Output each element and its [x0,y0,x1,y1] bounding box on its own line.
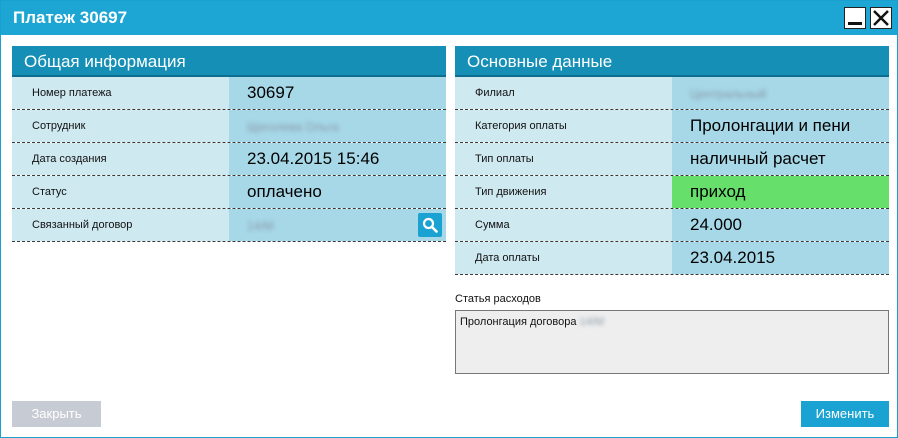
row-label: Дата оплаты [455,242,672,274]
row-value: Пролонгации и пени [672,110,889,142]
expense-article-textarea[interactable]: Пролонгация договора 14/М [455,310,889,374]
data-row-branch: Филиал Центральный [455,77,889,110]
main-data-header: Основные данные [455,46,889,77]
edit-button[interactable]: Изменить [801,401,889,427]
row-label: Сотрудник [12,110,229,142]
row-value: Щеголева Ольга [229,110,446,142]
title-bar[interactable]: Платеж 30697 [1,1,897,35]
movement-type-badge: приход [672,176,889,208]
data-row-movement-type: Тип движения приход [455,176,889,209]
expense-contract-blurred: 14/М [579,316,605,328]
info-row-employee: Сотрудник Щеголева Ольга [12,110,446,143]
close-window-button[interactable] [870,7,892,29]
employee-name-blurred: Щеголева Ольга [247,120,339,134]
row-value: 23.04.2015 15:46 [229,143,446,175]
row-value: 30697 [229,77,446,109]
data-row-payment-category: Категория оплаты Пролонгации и пени [455,110,889,143]
close-icon [873,10,889,26]
minimize-button[interactable] [844,7,866,29]
main-data-panel: Основные данные Филиал Центральный Катег… [455,46,889,275]
row-label: Дата создания [12,143,229,175]
contract-number-blurred: 14/М [247,219,274,233]
contract-search-button[interactable] [418,213,442,237]
info-row-status: Статус оплачено [12,176,446,209]
info-row-created-date: Дата создания 23.04.2015 15:46 [12,143,446,176]
data-row-payment-date: Дата оплаты 23.04.2015 [455,242,889,275]
row-label: Филиал [455,77,672,109]
row-label: Статус [12,176,229,208]
general-info-header: Общая информация [12,46,446,77]
row-label: Категория оплаты [455,110,672,142]
general-info-panel: Общая информация Номер платежа 30697 Сот… [12,46,446,242]
row-value: оплачено [229,176,446,208]
info-row-payment-number: Номер платежа 30697 [12,77,446,110]
expense-article-text: Пролонгация договора [460,316,577,328]
row-label: Сумма [455,209,672,241]
payment-window: Платеж 30697 Общая информация Номер плат… [0,0,898,438]
row-label: Номер платежа [12,77,229,109]
row-label: Тип движения [455,176,672,208]
info-row-linked-contract: Связанный договор 14/М [12,209,446,242]
data-row-amount: Сумма 24.000 [455,209,889,242]
row-label: Связанный договор [12,209,229,241]
search-icon [422,217,438,233]
close-button[interactable]: Закрыть [12,401,101,427]
branch-name-blurred: Центральный [690,87,767,101]
data-row-payment-type: Тип оплаты наличный расчет [455,143,889,176]
row-value: наличный расчет [672,143,889,175]
row-value: Центральный [672,77,889,109]
expense-article-label: Статья расходов [455,293,541,305]
row-value: 23.04.2015 [672,242,889,274]
row-value: 14/М [229,209,446,241]
row-label: Тип оплаты [455,143,672,175]
window-title: Платеж 30697 [13,8,128,27]
row-value: 24.000 [672,209,889,241]
